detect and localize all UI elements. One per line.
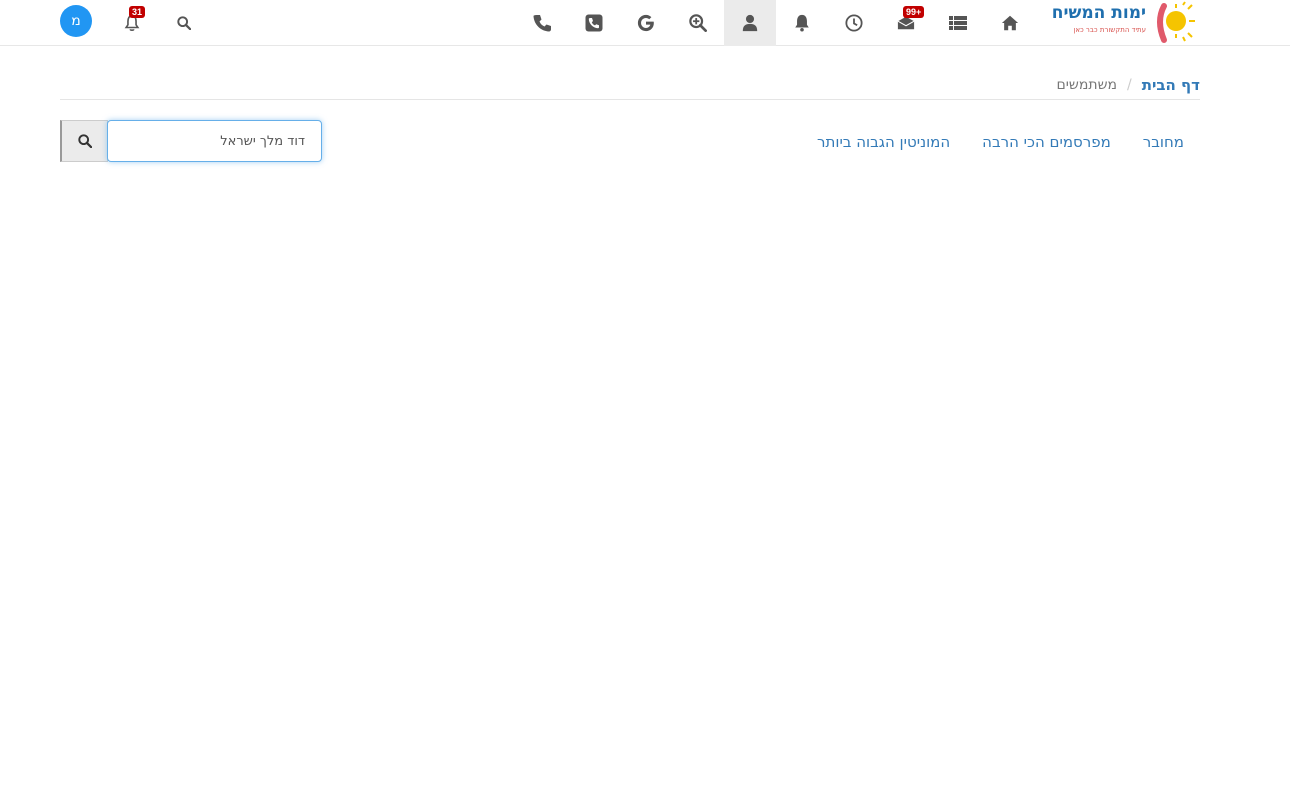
user-search	[60, 120, 322, 162]
nav-users[interactable]	[724, 0, 776, 46]
phone-square-icon	[585, 14, 603, 32]
clock-icon	[845, 14, 863, 32]
notifications-badge: 31	[129, 6, 146, 18]
phone-icon	[533, 15, 551, 32]
nav-notifications[interactable]	[776, 0, 828, 46]
nav-list[interactable]	[932, 0, 984, 46]
site-logo[interactable]: ימות המשיח עתיד התקשורת כבר כאן	[1038, 0, 1200, 46]
user-search-input[interactable]	[107, 120, 322, 162]
nav-alerts[interactable]: 31	[106, 0, 158, 46]
user-filter-tabs: מחובר מפרסמים הכי הרבה המוניטין הגבוה בי…	[770, 126, 1200, 158]
nav-advanced-search[interactable]	[672, 0, 724, 46]
search-icon	[177, 16, 191, 30]
bell-icon	[795, 14, 809, 32]
breadcrumb-home[interactable]: דף הבית	[1142, 76, 1200, 94]
nav-search[interactable]	[158, 0, 210, 46]
logo-text: ימות המשיח	[1052, 3, 1146, 23]
breadcrumb-separator: /	[1127, 76, 1132, 93]
nav-google[interactable]	[620, 0, 672, 46]
tab-top-reputation[interactable]: המוניטין הגבוה ביותר	[801, 133, 966, 151]
nav-history[interactable]	[828, 0, 880, 46]
user-search-button[interactable]	[60, 120, 108, 162]
user-icon	[742, 14, 758, 32]
nav-phone[interactable]	[516, 0, 568, 46]
avatar[interactable]: מ	[60, 5, 92, 37]
nav-phone-book[interactable]	[568, 0, 620, 46]
nav-home[interactable]	[984, 0, 1036, 46]
messages-badge: 99+	[903, 6, 925, 18]
home-icon	[1001, 15, 1019, 31]
tab-online[interactable]: מחובר	[1127, 133, 1200, 151]
search-icon	[77, 134, 92, 148]
google-icon	[637, 14, 654, 32]
sun-logo-icon	[1157, 1, 1195, 43]
nav-messages[interactable]: 99+	[880, 0, 932, 46]
search-plus-icon	[689, 14, 707, 32]
logo-subtext: עתיד התקשורת כבר כאן	[1073, 26, 1146, 34]
breadcrumb: דף הבית / משתמשים	[60, 70, 1200, 100]
tab-top-posters[interactable]: מפרסמים הכי הרבה	[966, 133, 1127, 151]
list-icon	[949, 16, 967, 30]
breadcrumb-current: משתמשים	[1056, 76, 1117, 93]
top-navbar: ימות המשיח עתיד התקשורת כבר כאן 99+ 31 מ	[0, 0, 1290, 46]
